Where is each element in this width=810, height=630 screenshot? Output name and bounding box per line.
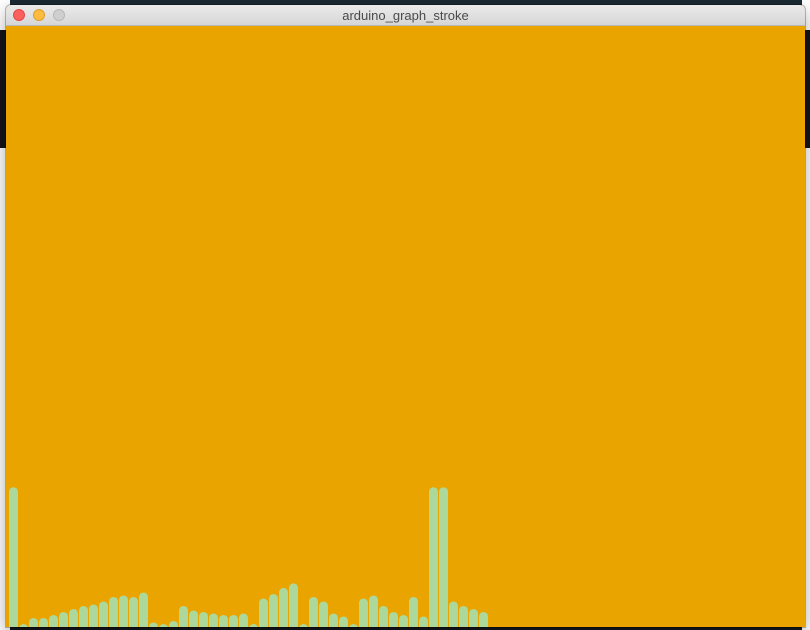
graph-bar <box>349 623 358 627</box>
sketch-canvas[interactable] <box>6 26 805 627</box>
graph-bar <box>409 596 418 627</box>
graph-bar <box>199 611 208 627</box>
graph-bar <box>169 620 178 627</box>
graph-bar <box>109 596 118 627</box>
graph-bar <box>439 487 448 627</box>
graph-bar <box>339 616 348 627</box>
graph-bar <box>279 587 288 627</box>
graph-bar <box>239 613 248 627</box>
graph-bar <box>79 605 88 627</box>
graph-bar <box>429 487 438 627</box>
graph-bar <box>229 614 238 627</box>
graph-bar <box>129 596 138 627</box>
graph-bar <box>149 622 158 627</box>
graph-bar <box>59 611 68 627</box>
graph-bar <box>139 592 148 627</box>
stroke-graph <box>9 487 488 627</box>
graph-bar <box>359 598 368 627</box>
graph-bar <box>99 601 108 627</box>
graph-bar <box>89 604 98 627</box>
graph-bar <box>419 616 428 627</box>
graph-bar <box>259 598 268 627</box>
graph-bar <box>119 595 128 627</box>
sketch-window[interactable]: arduino_graph_stroke <box>6 5 805 627</box>
graph-bar <box>309 596 318 627</box>
graph-bar <box>219 614 228 627</box>
graph-bar <box>469 608 478 627</box>
graph-bar <box>39 617 48 627</box>
graph-bar <box>389 611 398 627</box>
graph-bar <box>209 613 218 627</box>
graph-bar <box>179 605 188 627</box>
title-bar[interactable]: arduino_graph_stroke <box>6 5 805 26</box>
graph-bar <box>379 605 388 627</box>
graph-bar <box>399 614 408 627</box>
graph-bar <box>449 601 458 627</box>
graph-bar <box>49 614 58 627</box>
graph-bar <box>319 601 328 627</box>
graph-bar <box>29 617 38 627</box>
graph-bar <box>479 611 488 627</box>
graph-bar <box>299 623 308 627</box>
graph-bar <box>159 623 168 627</box>
graph-bar <box>329 613 338 627</box>
graph-bar <box>69 608 78 627</box>
graph-bar <box>189 610 198 627</box>
graph-bar <box>369 595 378 627</box>
graph-bar <box>9 487 18 627</box>
window-title: arduino_graph_stroke <box>342 8 469 23</box>
graph-bar <box>269 593 278 627</box>
graph-bar <box>459 605 468 627</box>
graph-bar <box>249 623 258 627</box>
graph-bar <box>289 583 298 627</box>
graph-bar <box>19 623 28 627</box>
